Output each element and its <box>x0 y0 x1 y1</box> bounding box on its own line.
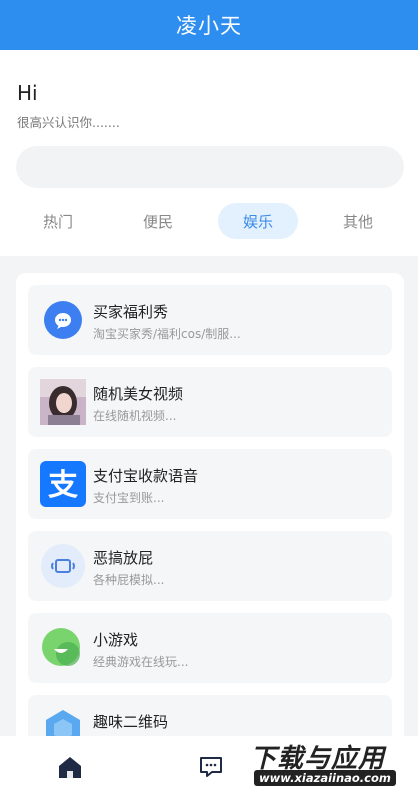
list-item-title: 买家福利秀 <box>93 303 169 321</box>
list-item-title: 趣味二维码 <box>93 713 169 731</box>
speaker-icon <box>40 543 86 589</box>
search-input[interactable] <box>16 146 404 188</box>
list-item-mini-game[interactable]: 小游戏 经典游戏在线玩... <box>28 613 392 683</box>
greeting: Hi 很高兴认识你....... <box>17 82 120 131</box>
svg-text:支: 支 <box>48 468 78 503</box>
watermark-title: 下载与应用 <box>250 744 386 774</box>
list-item-alipay-voice[interactable]: 支 支付宝收款语音 支付宝到账... <box>28 449 392 519</box>
message-icon[interactable] <box>198 754 224 780</box>
tab-other[interactable]: 其他 <box>318 203 398 239</box>
home-icon[interactable] <box>56 754 84 780</box>
hexagon-icon <box>40 707 86 736</box>
list-item-title: 恶搞放屁 <box>93 549 154 567</box>
list-item-title: 随机美女视频 <box>93 385 184 403</box>
app-title: 凌小天 <box>176 14 242 38</box>
portrait-photo-icon <box>40 379 86 425</box>
list-item-desc: 淘宝买家秀/福利cos/制服... <box>93 327 241 341</box>
list-item-desc: 在线随机视频... <box>93 409 177 423</box>
watermark: 下载与应用 www.xiazaiinao.com <box>250 738 414 790</box>
chat-bubble-icon <box>40 297 86 343</box>
tab-convenience[interactable]: 便民 <box>118 203 198 239</box>
list-item-title: 小游戏 <box>93 631 139 649</box>
list-item-buyer-show[interactable]: 买家福利秀 淘宝买家秀/福利cos/制服... <box>28 285 392 355</box>
list-item-prank-fart[interactable]: 恶搞放屁 各种屁模拟... <box>28 531 392 601</box>
tab-hot[interactable]: 热门 <box>18 203 98 239</box>
game-face-icon <box>40 625 86 671</box>
greeting-hi: Hi <box>17 81 38 105</box>
list-item-desc: 各种屁模拟... <box>93 573 165 587</box>
list-item-desc: 经典游戏在线玩... <box>93 655 189 669</box>
category-tabs: 热门 便民 娱乐 其他 <box>0 203 418 241</box>
app-header: 凌小天 <box>0 0 418 50</box>
feature-list: 买家福利秀 淘宝买家秀/福利cos/制服... 随机美女视频 在线随机视频...… <box>16 273 404 736</box>
tab-entertainment[interactable]: 娱乐 <box>218 203 298 239</box>
list-item-title: 支付宝收款语音 <box>93 467 199 485</box>
list-item-random-video[interactable]: 随机美女视频 在线随机视频... <box>28 367 392 437</box>
list-item-desc: 支付宝到账... <box>93 491 165 505</box>
alipay-icon: 支 <box>40 461 86 507</box>
watermark-url: www.xiazaiinao.com <box>254 770 396 786</box>
list-item-fun-qrcode[interactable]: 趣味二维码 <box>28 695 392 736</box>
greeting-subtitle: 很高兴认识你....... <box>17 115 120 130</box>
